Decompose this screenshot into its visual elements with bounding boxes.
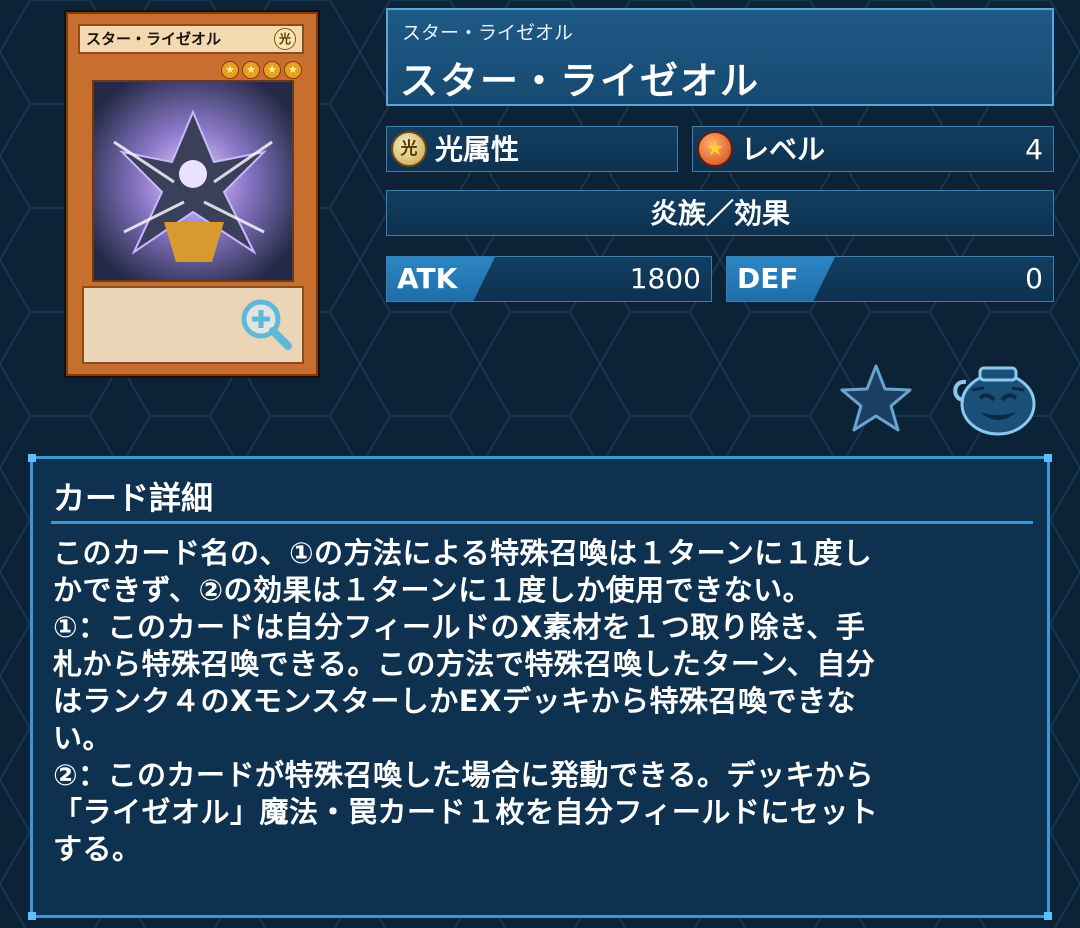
light-attribute-icon: 光 bbox=[391, 131, 427, 167]
card-level-stars: ★ ★ ★ ★ bbox=[218, 58, 308, 79]
card-effect-text: このカード名の、①の方法による特殊召喚は１ターンに１度し かできず、②の効果は１… bbox=[53, 536, 879, 866]
level-value: 4 bbox=[1025, 133, 1043, 166]
card-name-bar: スター・ライゼオル 光 bbox=[78, 24, 304, 54]
def-value: 0 bbox=[1025, 262, 1043, 295]
atk-label: ATK bbox=[397, 262, 458, 295]
attribute-label: 光属性 bbox=[435, 133, 520, 166]
type-box: 炎族／効果 bbox=[386, 190, 1054, 236]
monster-type: 炎族／効果 bbox=[649, 197, 790, 230]
panel-corner bbox=[28, 454, 36, 462]
detail-title: カード詳細 bbox=[53, 479, 214, 517]
detail-divider bbox=[51, 521, 1033, 524]
card-artwork bbox=[92, 80, 294, 282]
level-star-icon: ★ bbox=[221, 61, 239, 79]
card-name-box: スター・ライゼオル スター・ライゼオル bbox=[386, 8, 1054, 106]
pot-of-greed-icon[interactable] bbox=[950, 360, 1040, 438]
atk-value: 1800 bbox=[629, 262, 701, 295]
def-box: DEF 0 bbox=[726, 256, 1054, 302]
level-star-icon: ★ bbox=[284, 61, 302, 79]
panel-corner bbox=[1044, 912, 1052, 920]
level-star-icon: ★ bbox=[263, 61, 281, 79]
level-box: ★ レベル 4 bbox=[692, 126, 1054, 172]
panel-corner bbox=[28, 912, 36, 920]
level-star-icon: ★ bbox=[242, 61, 260, 79]
level-icon: ★ bbox=[697, 131, 733, 167]
atk-box: ATK 1800 bbox=[386, 256, 712, 302]
level-label: レベル bbox=[741, 133, 826, 166]
panel-corner bbox=[1044, 454, 1052, 462]
card-attribute-icon: 光 bbox=[274, 28, 296, 50]
zoom-in-icon[interactable] bbox=[236, 294, 296, 354]
card-name: スター・ライゼオル bbox=[400, 59, 761, 103]
card-art-name: スター・ライゼオル bbox=[86, 30, 222, 48]
card-detail-panel: カード詳細 このカード名の、①の方法による特殊召喚は１ターンに１度し かできず、… bbox=[28, 454, 1052, 920]
def-label: DEF bbox=[737, 262, 799, 295]
attribute-box: 光 光属性 bbox=[386, 126, 678, 172]
card-name-ruby: スター・ライゼオル bbox=[402, 22, 574, 44]
star-icon[interactable] bbox=[838, 362, 914, 434]
